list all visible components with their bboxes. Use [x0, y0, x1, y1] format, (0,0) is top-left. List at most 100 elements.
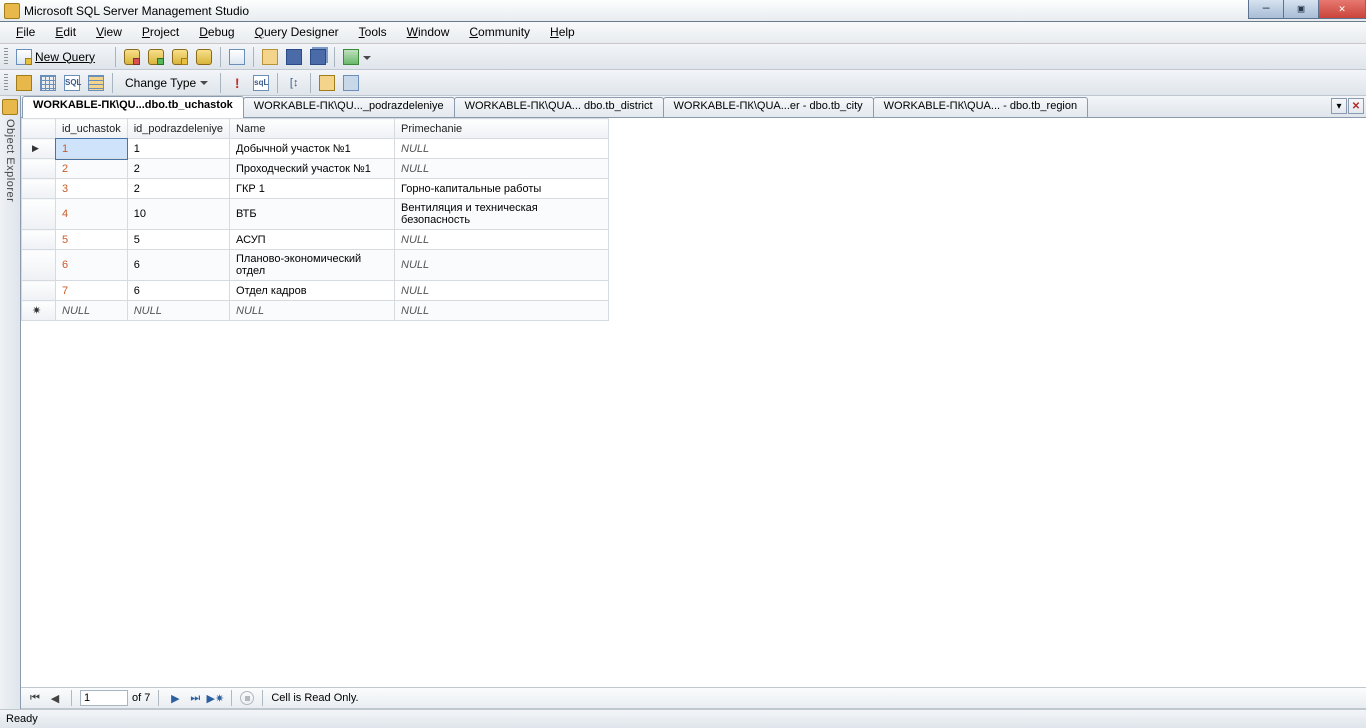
close-button[interactable]: ✕ [1318, 0, 1366, 19]
verify-sql-button[interactable]: sqL [250, 72, 272, 94]
cell[interactable]: 10 [127, 199, 229, 230]
cell[interactable]: NULL [395, 281, 609, 301]
table-row[interactable]: 11Добычной участок №1NULL [22, 139, 609, 159]
menu-help[interactable]: Help [540, 22, 585, 43]
cell[interactable]: 5 [56, 230, 128, 250]
table-row[interactable]: 66Планово-экономический отделNULL [22, 250, 609, 281]
cell[interactable]: Планово-экономический отдел [230, 250, 395, 281]
document-tab[interactable]: WORKABLE-ПК\QU...dbo.tb_uchastok [22, 96, 244, 117]
tab-list-button[interactable]: ▾ [1331, 98, 1347, 114]
cell[interactable]: NULL [395, 139, 609, 159]
cell[interactable]: NULL [395, 301, 609, 321]
nav-record-input[interactable] [80, 690, 128, 706]
tab-close-button[interactable]: ✕ [1348, 98, 1364, 114]
menu-community[interactable]: Community [459, 22, 540, 43]
column-header[interactable]: Primechanie [395, 119, 609, 139]
cell[interactable]: 7 [56, 281, 128, 301]
new-query-button[interactable]: New Query [13, 46, 110, 68]
object-explorer-collapsed[interactable]: Object Explorer [0, 96, 21, 709]
nav-first-button[interactable]: ⏮ [27, 690, 43, 706]
menu-view[interactable]: View [86, 22, 132, 43]
change-type-button[interactable]: Change Type [118, 72, 215, 94]
cell[interactable]: 2 [56, 159, 128, 179]
cell[interactable]: 6 [127, 281, 229, 301]
menu-tools[interactable]: Tools [349, 22, 397, 43]
table-row[interactable]: 32ГКР 1Горно-капитальные работы [22, 179, 609, 199]
cell[interactable]: NULL [56, 301, 128, 321]
row-header[interactable] [22, 159, 56, 179]
cell[interactable]: NULL [395, 230, 609, 250]
toolbar-grip[interactable] [4, 74, 8, 92]
open-file-button[interactable] [226, 46, 248, 68]
cell[interactable]: Добычной участок №1 [230, 139, 395, 159]
table-row[interactable]: 410ВТБВентиляция и техническая безопасно… [22, 199, 609, 230]
db-query-button-1[interactable] [121, 46, 143, 68]
cell[interactable]: 6 [127, 250, 229, 281]
row-header[interactable] [22, 139, 56, 159]
execute-button[interactable]: ! [226, 72, 248, 94]
results-pane-button[interactable] [85, 72, 107, 94]
row-header[interactable] [22, 230, 56, 250]
sort-button[interactable]: [↕ [283, 72, 305, 94]
cell[interactable]: 5 [127, 230, 229, 250]
sql-pane-button[interactable]: SQL [61, 72, 83, 94]
cell[interactable]: Горно-капитальные работы [395, 179, 609, 199]
column-header[interactable]: id_podrazdeleniye [127, 119, 229, 139]
row-header[interactable] [22, 199, 56, 230]
cell[interactable]: Отдел кадров [230, 281, 395, 301]
add-table-button[interactable] [316, 72, 338, 94]
add-derived-table-button[interactable] [340, 72, 362, 94]
row-header[interactable] [22, 250, 56, 281]
cell[interactable]: 2 [127, 179, 229, 199]
column-header[interactable]: Name [230, 119, 395, 139]
row-header-corner[interactable] [22, 119, 56, 139]
table-row[interactable]: 76Отдел кадровNULL [22, 281, 609, 301]
cell[interactable]: 2 [127, 159, 229, 179]
column-header[interactable]: id_uchastok [56, 119, 128, 139]
row-header[interactable] [22, 281, 56, 301]
diagram-pane-button[interactable] [13, 72, 35, 94]
minimize-button[interactable]: ─ [1248, 0, 1284, 19]
cell[interactable]: Вентиляция и техническая безопасность [395, 199, 609, 230]
cell[interactable]: ГКР 1 [230, 179, 395, 199]
menu-query-designer[interactable]: Query Designer [245, 22, 349, 43]
menu-debug[interactable]: Debug [189, 22, 244, 43]
db-query-button-4[interactable] [193, 46, 215, 68]
document-tab[interactable]: WORKABLE-ПК\QUA...er - dbo.tb_city [663, 97, 874, 117]
cell[interactable]: Проходческий участок №1 [230, 159, 395, 179]
open-folder-button[interactable] [259, 46, 281, 68]
cell[interactable]: NULL [127, 301, 229, 321]
nav-next-button[interactable]: ▶ [167, 690, 183, 706]
activity-monitor-button[interactable] [340, 46, 362, 68]
cell[interactable]: NULL [395, 159, 609, 179]
save-button[interactable] [283, 46, 305, 68]
cell[interactable]: 3 [56, 179, 128, 199]
row-header[interactable] [22, 179, 56, 199]
toolbar-grip[interactable] [4, 48, 8, 66]
save-all-button[interactable] [307, 46, 329, 68]
cell[interactable]: 1 [127, 139, 229, 159]
document-tab[interactable]: WORKABLE-ПК\QUA... - dbo.tb_region [873, 97, 1088, 117]
nav-last-button[interactable]: ⏭ [187, 690, 203, 706]
maximize-button[interactable]: ▣ [1283, 0, 1319, 19]
menu-file[interactable]: File [6, 22, 45, 43]
nav-prev-button[interactable]: ◀ [47, 690, 63, 706]
menu-edit[interactable]: Edit [45, 22, 86, 43]
document-tab[interactable]: WORKABLE-ПК\QUA... dbo.tb_district [454, 97, 664, 117]
table-row[interactable]: 22Проходческий участок №1NULL [22, 159, 609, 179]
criteria-pane-button[interactable] [37, 72, 59, 94]
cell[interactable]: АСУП [230, 230, 395, 250]
db-query-button-3[interactable] [169, 46, 191, 68]
cell[interactable]: 4 [56, 199, 128, 230]
menu-window[interactable]: Window [397, 22, 460, 43]
results-grid[interactable]: id_uchastokid_podrazdeleniyeNamePrimecha… [21, 118, 609, 321]
row-header[interactable] [22, 301, 56, 321]
menu-project[interactable]: Project [132, 22, 189, 43]
cell[interactable]: NULL [395, 250, 609, 281]
table-row[interactable]: 55АСУПNULL [22, 230, 609, 250]
cell[interactable]: 1 [56, 139, 128, 159]
cell[interactable]: NULL [230, 301, 395, 321]
cell[interactable]: ВТБ [230, 199, 395, 230]
db-query-button-2[interactable] [145, 46, 167, 68]
document-tab[interactable]: WORKABLE-ПК\QU..._podrazdeleniye [243, 97, 455, 117]
